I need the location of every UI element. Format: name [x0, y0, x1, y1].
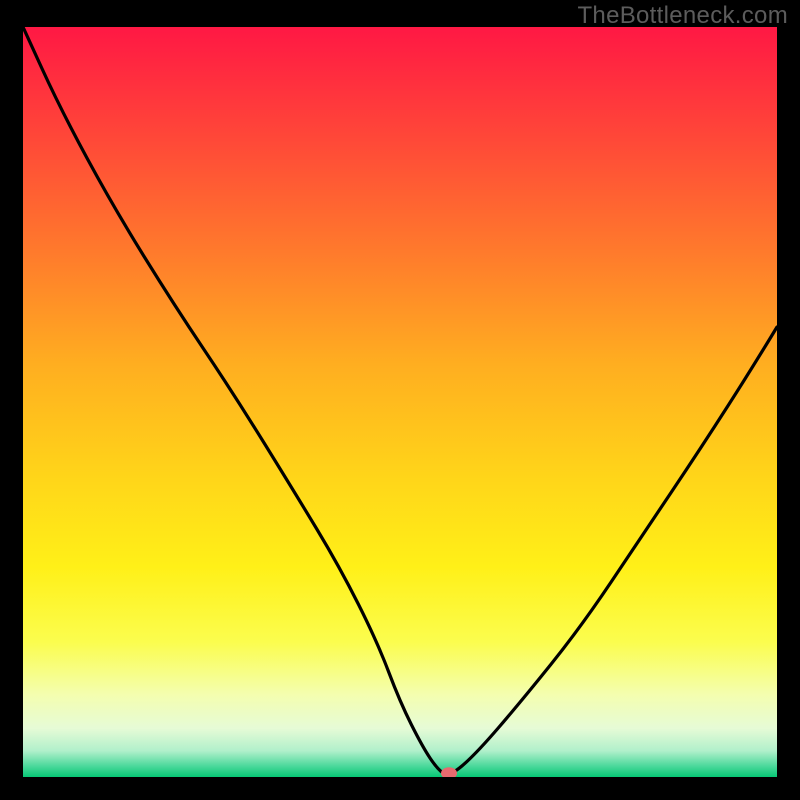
bottleneck-chart	[23, 27, 777, 777]
gradient-background	[23, 27, 777, 777]
plot-area	[23, 27, 777, 777]
chart-frame: TheBottleneck.com	[0, 0, 800, 800]
watermark-text: TheBottleneck.com	[577, 2, 788, 30]
